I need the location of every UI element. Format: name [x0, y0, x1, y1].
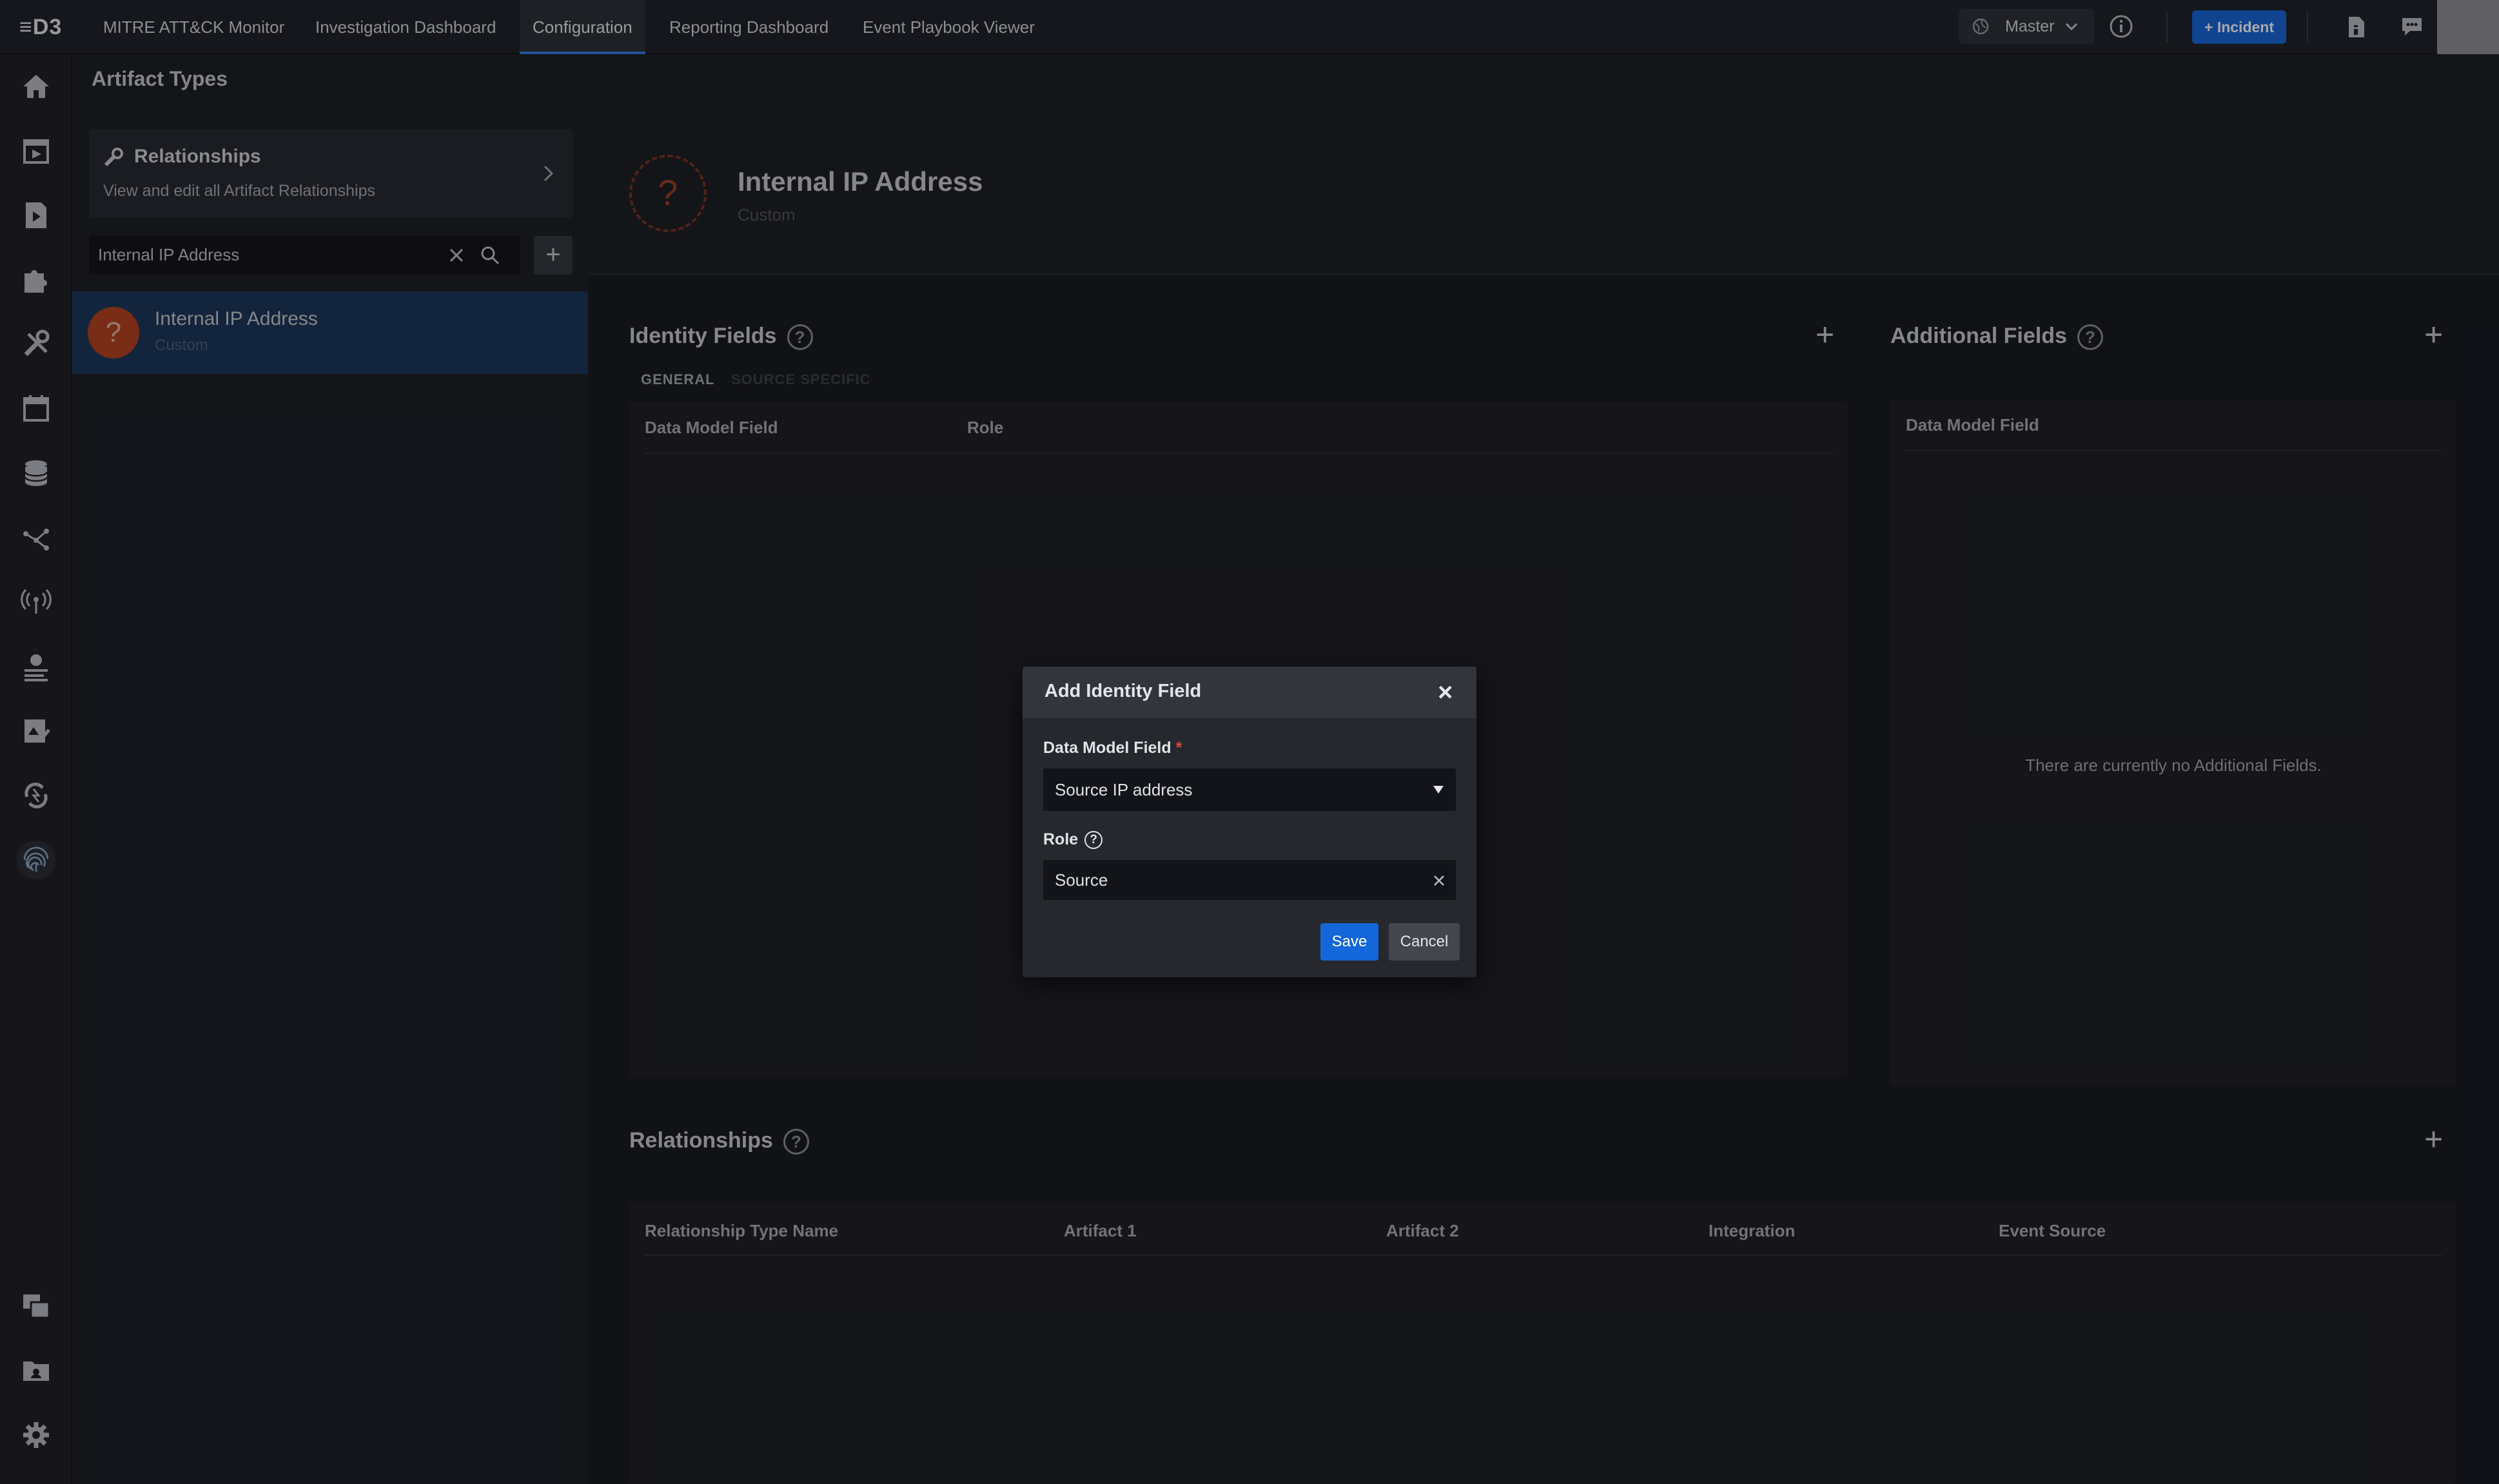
data-model-field-value: Source IP address [1055, 780, 1193, 799]
data-model-field-label: Data Model Field * [1043, 739, 1182, 757]
role-input-value: Source [1055, 870, 1108, 890]
clear-icon[interactable] [1433, 874, 1446, 887]
role-input[interactable]: Source [1043, 860, 1456, 900]
save-button[interactable]: Save [1320, 923, 1378, 961]
dropdown-arrow-icon [1433, 786, 1444, 794]
required-mark: * [1175, 739, 1182, 757]
data-model-field-select[interactable]: Source IP address [1043, 768, 1456, 811]
role-label: Role? [1043, 830, 1103, 850]
help-icon[interactable]: ? [1084, 831, 1103, 850]
close-icon[interactable]: × [1438, 674, 1453, 710]
cancel-button[interactable]: Cancel [1389, 923, 1460, 961]
role-label-text: Role [1043, 830, 1079, 848]
dialog-title: Add Identity Field [1044, 681, 1202, 701]
dialog-header: Add Identity Field × [1023, 667, 1476, 718]
data-model-field-label-text: Data Model Field [1043, 739, 1171, 757]
add-identity-field-dialog: Add Identity Field × Data Model Field * … [1023, 667, 1476, 977]
